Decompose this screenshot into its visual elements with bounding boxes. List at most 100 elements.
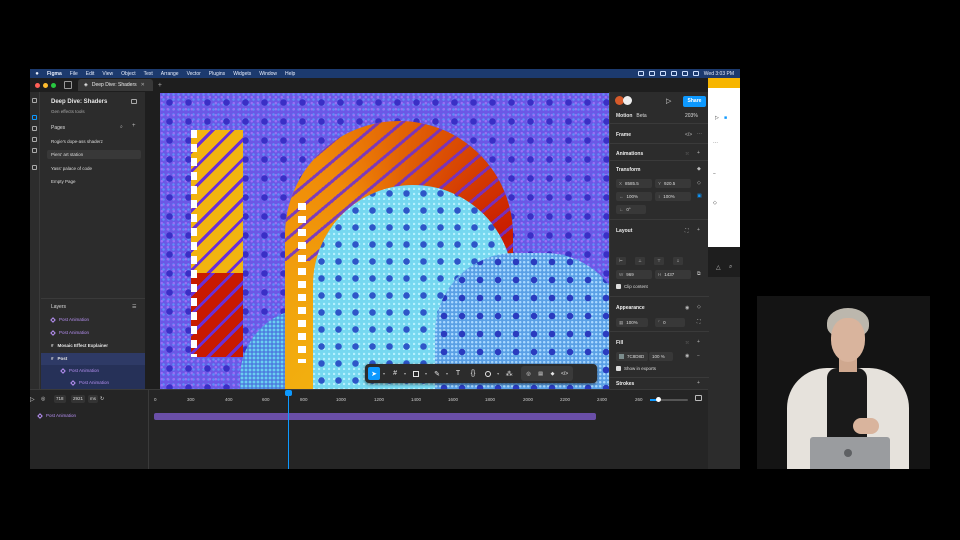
canvas[interactable]: ➤ ▾ # ▾ ▾ ✎ ▾ T {} ▾ ⁂ ◎ ▤ ◆ </> — [145, 92, 609, 389]
play-icon[interactable]: ▷ — [30, 396, 35, 403]
plugins-icon[interactable] — [32, 137, 37, 142]
menu-window[interactable]: Window — [259, 71, 277, 77]
page-item[interactable]: Rogie's dope-ass shaderz — [47, 137, 141, 146]
menu-help[interactable]: Help — [285, 71, 295, 77]
scale-y-field[interactable]: ↕ 100% — [655, 192, 691, 201]
assets-icon[interactable] — [32, 126, 37, 131]
wifi-icon[interactable] — [681, 71, 688, 76]
move-tool-icon[interactable]: ➤ — [368, 367, 380, 380]
search-pages-icon[interactable]: ⌕ — [120, 124, 123, 130]
present-play-icon[interactable]: ▷ — [666, 97, 671, 105]
home-icon[interactable] — [64, 81, 72, 89]
remove-fill-icon[interactable]: − — [697, 353, 700, 359]
menu-arrange[interactable]: Arrange — [161, 71, 179, 77]
animation-clip[interactable] — [154, 413, 596, 420]
add-icon[interactable] — [32, 165, 37, 170]
code-icon[interactable]: </> — [685, 132, 692, 138]
apple-icon[interactable]: ● — [33, 71, 41, 77]
status-icon-1[interactable] — [637, 71, 644, 76]
menu-view[interactable]: View — [102, 71, 113, 77]
layer-row[interactable]: Post Animation — [41, 365, 145, 377]
chevron-down-icon[interactable]: ▾ — [383, 371, 385, 376]
search-icon[interactable] — [692, 71, 699, 76]
eye-icon[interactable]: ◉ — [685, 305, 689, 311]
chevron-down-icon[interactable]: ▾ — [404, 371, 406, 376]
frame-heading[interactable]: Frame — [616, 132, 631, 138]
refresh-icon[interactable]: ↻ — [100, 396, 104, 402]
playhead[interactable] — [288, 390, 289, 469]
constraints-icon[interactable]: ⧉ — [697, 271, 701, 277]
timeline-track-label[interactable]: Post Animation — [37, 412, 76, 419]
zoom-level[interactable]: 203% — [685, 113, 698, 119]
menu-widgets[interactable]: Widgets — [233, 71, 251, 77]
add-animation-icon[interactable]: + — [697, 150, 700, 156]
close-tab-icon[interactable]: ✕ — [141, 82, 145, 88]
file-icon[interactable] — [32, 115, 37, 120]
chevron-icon[interactable]: ⋯ — [713, 140, 718, 146]
layer-row[interactable]: # Mosaic Effect Explainer — [41, 340, 145, 352]
layers-options-icon[interactable]: ☰ — [132, 304, 136, 310]
status-icon-3[interactable] — [659, 71, 666, 76]
search-icon[interactable]: ⌕ — [729, 264, 732, 271]
menubar-clock[interactable]: Wed 3:03 PM — [704, 71, 734, 77]
auto-layout-icon[interactable]: ⛶ — [685, 228, 689, 234]
menu-edit[interactable]: Edit — [86, 71, 95, 77]
current-time-field[interactable]: 718 — [54, 395, 66, 403]
blue-button-icon[interactable]: ■ — [724, 115, 727, 121]
add-page-icon[interactable]: + — [132, 123, 136, 129]
add-stroke-icon[interactable]: + — [697, 380, 700, 386]
layer-row-selected[interactable]: # Post — [41, 353, 145, 365]
page-item[interactable]: Yass' palace of code — [47, 164, 141, 173]
ellipse-tool-icon[interactable] — [482, 367, 494, 380]
page-item[interactable]: Empty Page — [47, 177, 141, 186]
components-icon[interactable] — [32, 148, 37, 153]
menu-app-figma[interactable]: Figma — [47, 71, 62, 77]
link-icon[interactable]: ▣ — [697, 193, 702, 199]
sidebar-toggle-icon[interactable] — [131, 99, 137, 104]
tab-motion[interactable]: Motion — [616, 113, 632, 119]
zoom-window-button[interactable] — [51, 82, 56, 88]
timeline-zoom-slider[interactable] — [650, 397, 688, 402]
shader-artwork[interactable] — [160, 93, 609, 389]
eye-icon[interactable]: ◉ — [685, 353, 689, 359]
status-icon-2[interactable] — [648, 71, 655, 76]
chevron-down-icon[interactable]: ▾ — [446, 371, 448, 376]
grid-icon[interactable]: ⁙ — [685, 151, 689, 157]
layout-tool-icon[interactable]: ▤ — [535, 367, 546, 380]
layer-row[interactable]: Post Animation — [41, 377, 145, 389]
width-field[interactable]: W 969 — [616, 270, 652, 279]
diamond-icon[interactable]: ◆ — [697, 166, 701, 172]
minimize-window-button[interactable] — [43, 82, 48, 88]
fill-tool-icon[interactable]: ◆ — [547, 367, 558, 380]
close-window-button[interactable] — [35, 82, 40, 88]
corner-radius-field[interactable]: ⌜ 0 — [655, 318, 685, 327]
minus-icon[interactable]: − — [713, 171, 716, 177]
dev-mode-icon[interactable]: </> — [559, 367, 570, 380]
avatar[interactable] — [623, 96, 632, 105]
file-name[interactable]: Deep Dive: Shaders — [51, 99, 107, 105]
y-field[interactable]: Y 920.5 — [655, 179, 691, 188]
fill-opacity-field[interactable]: 100 % — [649, 352, 673, 361]
menu-file[interactable]: File — [70, 71, 78, 77]
show-in-exports-checkbox[interactable]: Show in exports — [616, 366, 656, 372]
tidy-up-icon[interactable]: ⁞⁞ — [673, 257, 683, 265]
pen-tool-icon[interactable]: ✎ — [431, 367, 443, 380]
rotation-field[interactable]: ∟ 0° — [616, 205, 646, 214]
blend-icon[interactable]: ◇ — [697, 304, 701, 310]
text-tool-icon[interactable]: T — [452, 367, 464, 380]
menu-plugins[interactable]: Plugins — [209, 71, 225, 77]
chevron-down-icon[interactable]: ▾ — [425, 371, 427, 376]
target-icon[interactable]: ◇ — [713, 200, 717, 206]
expand-timeline-icon[interactable] — [695, 395, 702, 401]
file-project[interactable]: Gen effects tools — [51, 109, 85, 114]
layer-row[interactable]: Post Animation — [41, 327, 145, 339]
bell-icon[interactable]: △ — [716, 264, 721, 271]
independent-corners-icon[interactable]: ⛶ — [697, 319, 701, 325]
timeline-ruler[interactable]: 0 300 400 600 800 1000 1200 1400 1600 18… — [154, 390, 708, 406]
frame-tool-icon[interactable]: # — [389, 367, 401, 380]
styles-icon[interactable]: ⁙ — [685, 340, 689, 346]
loop-icon[interactable]: ◎ — [41, 396, 45, 402]
scale-x-field[interactable]: ↔ 100% — [616, 192, 652, 201]
status-icon-4[interactable] — [670, 71, 677, 76]
code-tool-icon[interactable]: {} — [467, 367, 479, 380]
